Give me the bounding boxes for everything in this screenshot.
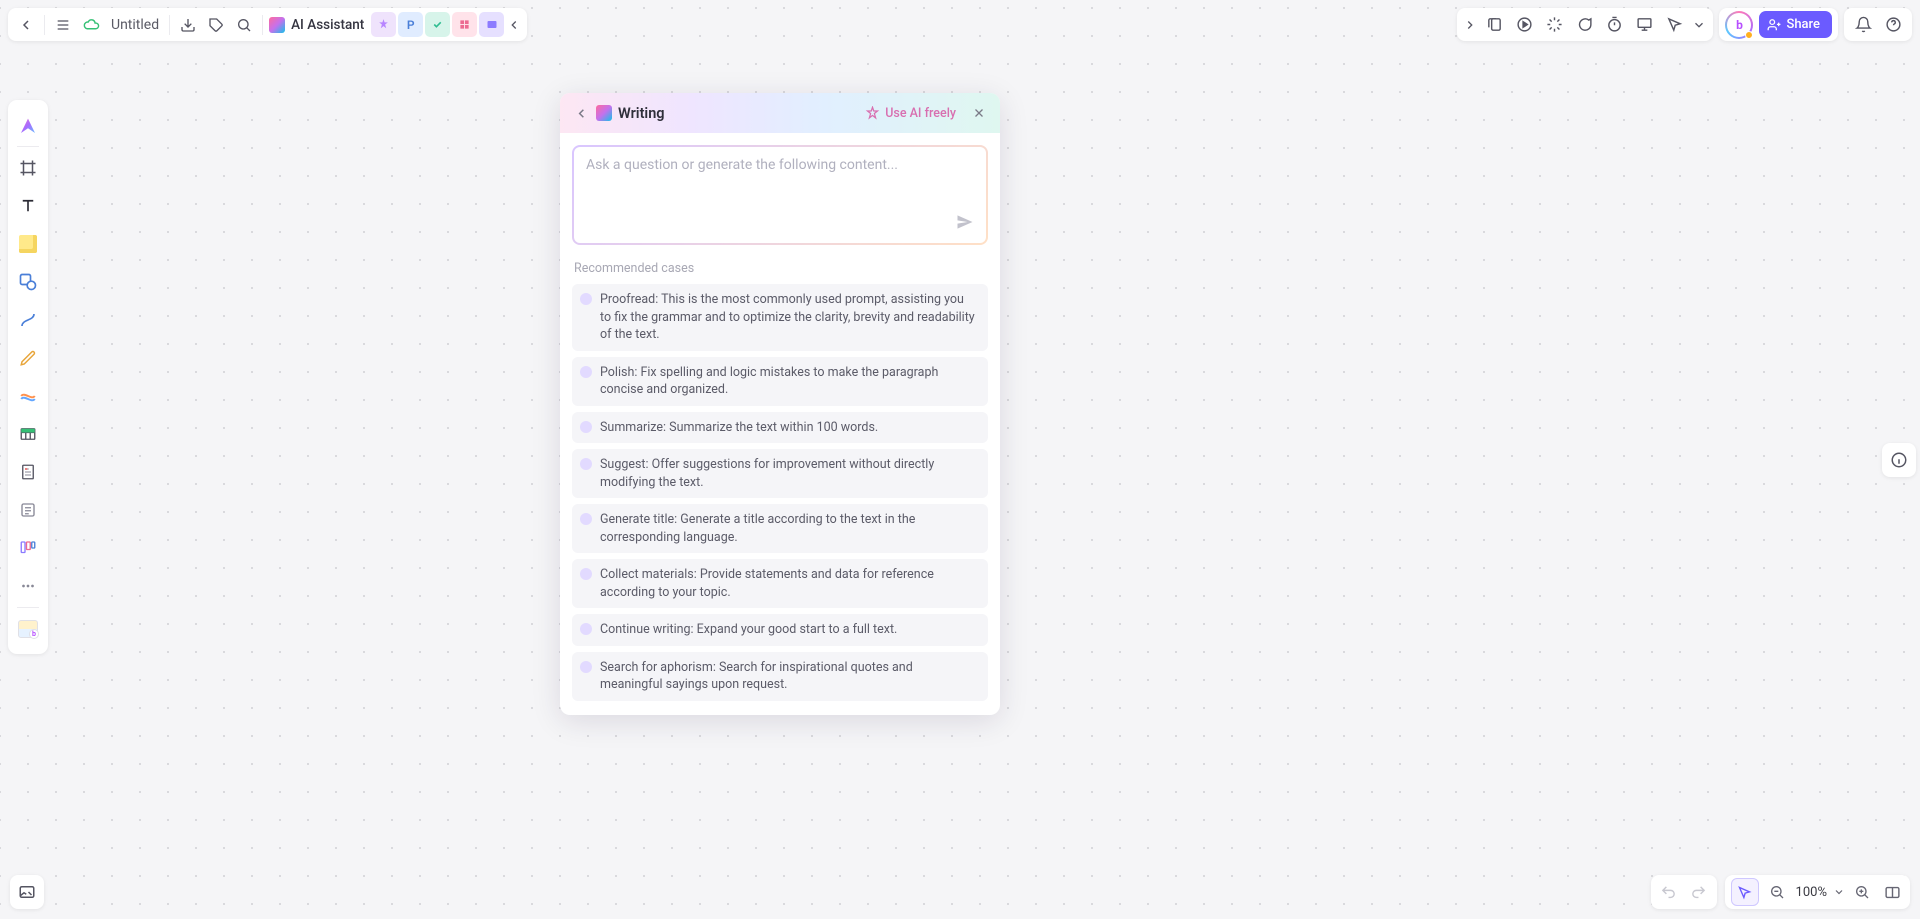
recommended-case[interactable]: Summarize: Summarize the text within 100… xyxy=(572,412,988,444)
pointer-mode-button[interactable] xyxy=(1731,878,1759,906)
recommended-case[interactable]: Search for aphorism: Search for inspirat… xyxy=(572,652,988,701)
share-label: Share xyxy=(1786,17,1820,32)
mini-app-3[interactable] xyxy=(425,12,450,37)
text-tool-icon[interactable] xyxy=(13,191,43,221)
notify-help-group xyxy=(1844,8,1912,41)
ai-back-button[interactable] xyxy=(570,102,592,124)
zoom-dropdown-icon[interactable] xyxy=(1831,877,1847,907)
recommended-case[interactable]: Generate title: Generate a title accordi… xyxy=(572,504,988,553)
top-right-tools xyxy=(1457,8,1713,41)
cursor-icon[interactable] xyxy=(1659,11,1689,39)
avatar-status-dot xyxy=(1745,31,1753,39)
clipboard-icon[interactable] xyxy=(1479,11,1509,39)
tag-icon[interactable] xyxy=(202,11,230,39)
bell-icon[interactable] xyxy=(1848,11,1878,39)
connector-tool-icon[interactable] xyxy=(13,305,43,335)
list-tool-icon[interactable] xyxy=(13,495,43,525)
undo-button[interactable] xyxy=(1654,877,1684,907)
sticky-note-tool-icon[interactable] xyxy=(13,229,43,259)
top-right-toolbar: b Share xyxy=(1457,8,1912,41)
cloud-sync-icon[interactable] xyxy=(77,11,105,39)
recommended-case[interactable]: Suggest: Offer suggestions for improveme… xyxy=(572,449,988,498)
comment-icon[interactable] xyxy=(1569,11,1599,39)
user-share-group: b Share xyxy=(1719,8,1838,41)
share-button[interactable]: Share xyxy=(1759,11,1832,38)
ai-prompt-input[interactable] xyxy=(586,157,974,217)
use-ai-freely-label: Use AI freely xyxy=(885,106,956,121)
ai-panel-body: Recommended cases Proofread: This is the… xyxy=(560,133,1000,715)
left-toolbar: b xyxy=(8,100,48,654)
play-icon[interactable] xyxy=(1509,11,1539,39)
top-toolbar: Untitled AI Assistant P xyxy=(8,8,527,41)
ai-assistant-button[interactable]: AI Assistant xyxy=(267,17,370,33)
mini-app-2[interactable]: P xyxy=(398,12,423,37)
collapse-apps-icon[interactable] xyxy=(505,11,523,39)
search-icon[interactable] xyxy=(230,11,258,39)
menu-icon[interactable] xyxy=(49,11,77,39)
ai-logo-icon xyxy=(596,105,612,121)
kanban-tool-icon[interactable] xyxy=(13,533,43,563)
shape-tool-icon[interactable] xyxy=(13,267,43,297)
info-button[interactable] xyxy=(1882,443,1916,477)
more-tools-icon[interactable] xyxy=(13,571,43,601)
use-ai-freely-button[interactable]: Use AI freely xyxy=(865,106,956,121)
send-icon[interactable] xyxy=(952,209,978,235)
recommended-cases-title: Recommended cases xyxy=(574,261,986,276)
ai-tool-icon[interactable] xyxy=(13,110,43,140)
ai-logo-icon xyxy=(269,17,285,33)
zoom-group: 100% xyxy=(1725,875,1910,909)
ai-writing-panel: Writing Use AI freely Recommended cases … xyxy=(560,93,1000,715)
zoom-out-button[interactable] xyxy=(1762,877,1792,907)
help-icon[interactable] xyxy=(1878,11,1908,39)
recommended-case[interactable]: Collect materials: Provide statements an… xyxy=(572,559,988,608)
recommended-case[interactable]: Polish: Fix spelling and logic mistakes … xyxy=(572,357,988,406)
minimap-button[interactable] xyxy=(10,875,44,909)
timer-icon[interactable] xyxy=(1599,11,1629,39)
ai-input-wrap xyxy=(572,145,988,245)
table-tool-icon[interactable] xyxy=(13,419,43,449)
zoom-level[interactable]: 100% xyxy=(1792,885,1831,900)
highlight-tool-icon[interactable] xyxy=(13,381,43,411)
redo-button[interactable] xyxy=(1684,877,1714,907)
ai-assistant-label: AI Assistant xyxy=(291,17,364,33)
recommended-case[interactable]: Continue writing: Expand your good start… xyxy=(572,614,988,646)
mini-app-1[interactable] xyxy=(371,12,396,37)
presentation-icon[interactable] xyxy=(1629,11,1659,39)
ai-panel-title-wrap: Writing xyxy=(596,105,665,122)
undo-redo-group xyxy=(1651,875,1717,909)
mini-app-5[interactable] xyxy=(479,12,504,37)
ai-panel-header: Writing Use AI freely xyxy=(560,93,1000,133)
sparkle-icon[interactable] xyxy=(1539,11,1569,39)
bottom-right-controls: 100% xyxy=(1651,875,1910,909)
fit-view-button[interactable] xyxy=(1877,877,1907,907)
recommended-case[interactable]: Proofread: This is the most commonly use… xyxy=(572,284,988,351)
download-icon[interactable] xyxy=(174,11,202,39)
document-title[interactable]: Untitled xyxy=(105,17,165,33)
back-icon[interactable] xyxy=(12,11,40,39)
recommended-cases-list: Proofread: This is the most commonly use… xyxy=(572,284,988,701)
frame-tool-icon[interactable] xyxy=(13,153,43,183)
ai-panel-title: Writing xyxy=(618,105,665,122)
document-tool-icon[interactable] xyxy=(13,457,43,487)
templates-tool-icon[interactable]: b xyxy=(13,614,43,644)
close-icon[interactable] xyxy=(968,102,990,124)
mini-app-4[interactable] xyxy=(452,12,477,37)
chevron-down-icon[interactable] xyxy=(1689,11,1709,39)
zoom-in-button[interactable] xyxy=(1847,877,1877,907)
expand-apps-icon[interactable] xyxy=(1461,11,1479,39)
pen-tool-icon[interactable] xyxy=(13,343,43,373)
ai-input-inner xyxy=(574,147,986,243)
avatar[interactable]: b xyxy=(1725,11,1753,39)
